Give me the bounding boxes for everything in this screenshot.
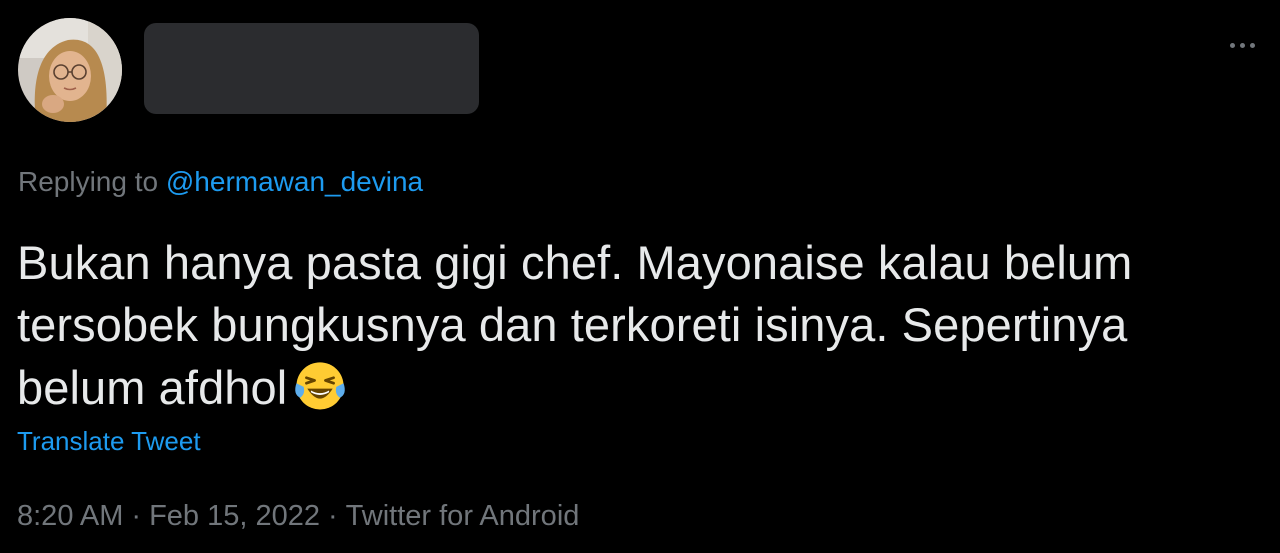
tweet-text-line: belum afdhol bbox=[17, 361, 288, 414]
tweet-text-line: tersobek bungkusnya dan terkoreti isinya… bbox=[17, 298, 1128, 351]
reply-mention-link[interactable]: @hermawan_devina bbox=[166, 166, 423, 197]
tweet-text-line-last: belum afdhol bbox=[17, 356, 1257, 419]
translate-tweet-link[interactable]: Translate Tweet bbox=[17, 425, 201, 457]
more-options-button[interactable] bbox=[1220, 30, 1264, 60]
tweet-text: Bukan hanya pasta gigi chef. Mayonaise k… bbox=[17, 232, 1257, 419]
redacted-author-name bbox=[144, 23, 479, 114]
replying-to-label: Replying to bbox=[18, 166, 159, 197]
meta-separator: · bbox=[131, 500, 142, 532]
face-with-tears-of-joy-icon bbox=[295, 362, 346, 410]
more-dot-icon bbox=[1239, 42, 1245, 48]
tweet-metadata: 8:20 AM · Feb 15, 2022 · Twitter for Android bbox=[17, 499, 579, 533]
tweet-source: Twitter for Android bbox=[345, 500, 580, 532]
avatar[interactable] bbox=[18, 18, 122, 122]
more-dot-icon bbox=[1249, 42, 1255, 48]
tweet-timestamp-time[interactable]: 8:20 AM bbox=[17, 500, 123, 532]
more-dot-icon bbox=[1229, 42, 1235, 48]
tweet-text-line: Bukan hanya pasta gigi chef. Mayonaise k… bbox=[17, 236, 1133, 289]
user-avatar-icon bbox=[18, 18, 122, 122]
tweet-timestamp-date[interactable]: Feb 15, 2022 bbox=[149, 500, 320, 532]
meta-separator: · bbox=[328, 500, 338, 532]
tweet-detail: Replying to @hermawan_devina Bukan hanya… bbox=[0, 0, 1280, 553]
replying-to-line: Replying to @hermawan_devina bbox=[18, 166, 423, 198]
